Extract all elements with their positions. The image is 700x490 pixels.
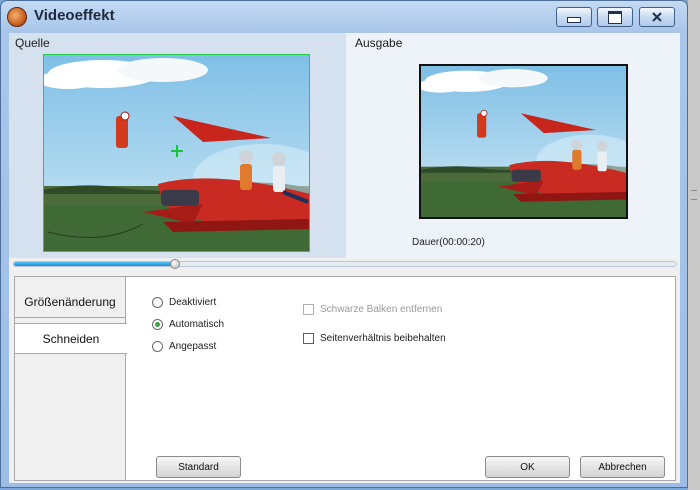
app-icon xyxy=(7,7,27,27)
checkbox-label: Seitenverhältnis beibehalten xyxy=(320,333,446,344)
seek-bar-progress xyxy=(14,262,173,266)
settings-sidebar: Größenänderung Schneiden xyxy=(15,277,127,480)
seek-bar-thumb[interactable] xyxy=(170,259,180,269)
checkbox-label: Schwarze Balken entfernen xyxy=(320,304,443,315)
radio-label: Automatisch xyxy=(169,319,225,330)
minimize-button[interactable] xyxy=(556,7,592,27)
checkbox xyxy=(303,304,314,315)
crop-center-crosshair-icon[interactable] xyxy=(171,145,183,157)
window-title: Videoeffekt xyxy=(34,7,115,24)
minimize-icon xyxy=(567,17,581,23)
title-bar[interactable]: Videoeffekt xyxy=(1,1,687,33)
tab-resize[interactable]: Größenänderung xyxy=(15,287,125,318)
output-video-frame xyxy=(419,64,628,219)
radio-automatic-option[interactable]: Automatisch xyxy=(152,319,224,330)
source-preview-panel: Quelle xyxy=(9,33,346,258)
effect-settings-panel: Größenänderung Schneiden Deaktiviert Aut… xyxy=(14,276,676,481)
dialog-content: Quelle Ausgabe Dauer(00:00:20) Größenänd… xyxy=(9,33,680,483)
radio-button-selected[interactable] xyxy=(152,319,163,330)
radio-disabled-option[interactable]: Deaktiviert xyxy=(152,297,216,308)
output-label: Ausgabe xyxy=(355,36,403,50)
radio-label: Deaktiviert xyxy=(169,297,217,308)
duration-label: Dauer(00:00:20) xyxy=(412,237,485,248)
source-label: Quelle xyxy=(15,36,50,50)
video-scene-image xyxy=(421,66,626,217)
tab-crop[interactable]: Schneiden xyxy=(15,323,127,354)
radio-button[interactable] xyxy=(152,341,163,352)
close-icon xyxy=(652,12,662,22)
background-window-edge xyxy=(688,0,700,490)
maximize-button[interactable] xyxy=(597,7,633,27)
remove-black-bars-checkbox: Schwarze Balken entfernen xyxy=(303,304,442,315)
standard-button[interactable]: Standard xyxy=(156,456,241,478)
ok-button[interactable]: OK xyxy=(485,456,570,478)
maximize-icon xyxy=(608,10,622,24)
radio-label: Angepasst xyxy=(169,341,217,352)
keep-aspect-ratio-checkbox[interactable]: Seitenverhältnis beibehalten xyxy=(303,333,446,344)
seek-bar[interactable] xyxy=(13,261,677,267)
checkbox[interactable] xyxy=(303,333,314,344)
dialog-window: Videoeffekt Quelle Ausgabe Dauer(00:00:2… xyxy=(0,0,688,488)
close-button[interactable] xyxy=(639,7,675,27)
radio-button[interactable] xyxy=(152,297,163,308)
radio-custom-option[interactable]: Angepasst xyxy=(152,341,216,352)
cancel-button[interactable]: Abbrechen xyxy=(580,456,665,478)
output-preview-panel: Ausgabe Dauer(00:00:20) xyxy=(346,33,680,258)
